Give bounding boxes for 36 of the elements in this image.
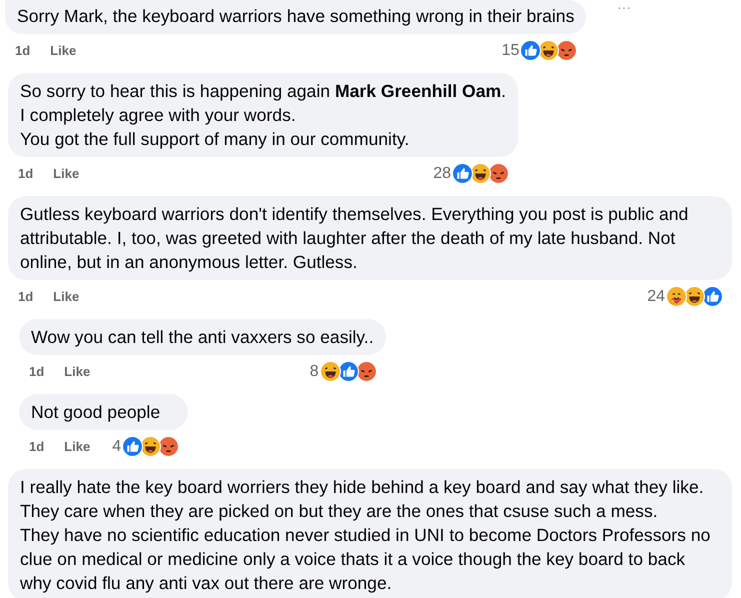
comment-time: 1d [15, 43, 30, 58]
hugging-face-icon [666, 286, 687, 307]
comment-time: 1d [18, 289, 34, 304]
thumbs-up-icon [520, 40, 542, 61]
angry-face-icon [356, 361, 377, 382]
angry-face-icon [556, 40, 578, 61]
thumbs-up-icon [702, 286, 723, 307]
comment-bubble: Not good people [19, 394, 188, 430]
reaction-count: 15 [502, 42, 520, 60]
like-link[interactable]: Like [50, 43, 76, 58]
laughing-face-icon [140, 436, 162, 457]
angry-face-icon [158, 436, 180, 457]
comment-bubble: So sorry to hear this is happening again Mark Greenhill Oam. I completely agree with your words. You got the full support of many in our community. [8, 73, 518, 157]
comment-bubble: Wow you can tell the anti vaxxers so easily.. [19, 319, 386, 355]
reaction-count: 8 [310, 362, 319, 380]
like-link[interactable]: Like [53, 166, 80, 181]
comment-bubble: Sorry Mark, the keyboard warriors have something wrong in their brains [5, 0, 586, 34]
reaction-count: 4 [112, 438, 122, 456]
like-link[interactable]: Like [64, 439, 90, 454]
like-link[interactable]: Like [53, 289, 80, 304]
laughing-face-icon [684, 286, 705, 307]
comment-time: 1d [29, 439, 44, 454]
laughing-face-icon [470, 163, 492, 184]
laughing-face-icon [320, 361, 341, 382]
angry-face-icon [488, 163, 510, 184]
thumbs-up-icon [122, 436, 144, 457]
comment-bubble: I really hate the key board worriers they hide behind a key board and say what they like. They care when they are picked on but they are the ones that csuse such a mess. They have no scientific education never studied in UNI to become Doctors Professors no clue on medical or medicine only a voice thats it a voice though the key board to back why covid flu any anti vax out there are wronge. [8, 469, 732, 598]
comment-time: 1d [18, 166, 34, 181]
thumbs-up-icon [452, 163, 474, 184]
comment-time: 1d [29, 364, 44, 379]
comment-bubble: Gutless keyboard warriors don't identify themselves. Everything you post is public and attributable. I, too, was greeted with laughter after the death of my late husband. Not online, but in an anonymous letter. Gutless. [8, 196, 732, 280]
reaction-count: 28 [433, 164, 452, 182]
reaction-count: 24 [647, 288, 665, 306]
thumbs-up-icon [338, 361, 359, 382]
laughing-face-icon [538, 40, 560, 61]
like-link[interactable]: Like [64, 364, 90, 379]
